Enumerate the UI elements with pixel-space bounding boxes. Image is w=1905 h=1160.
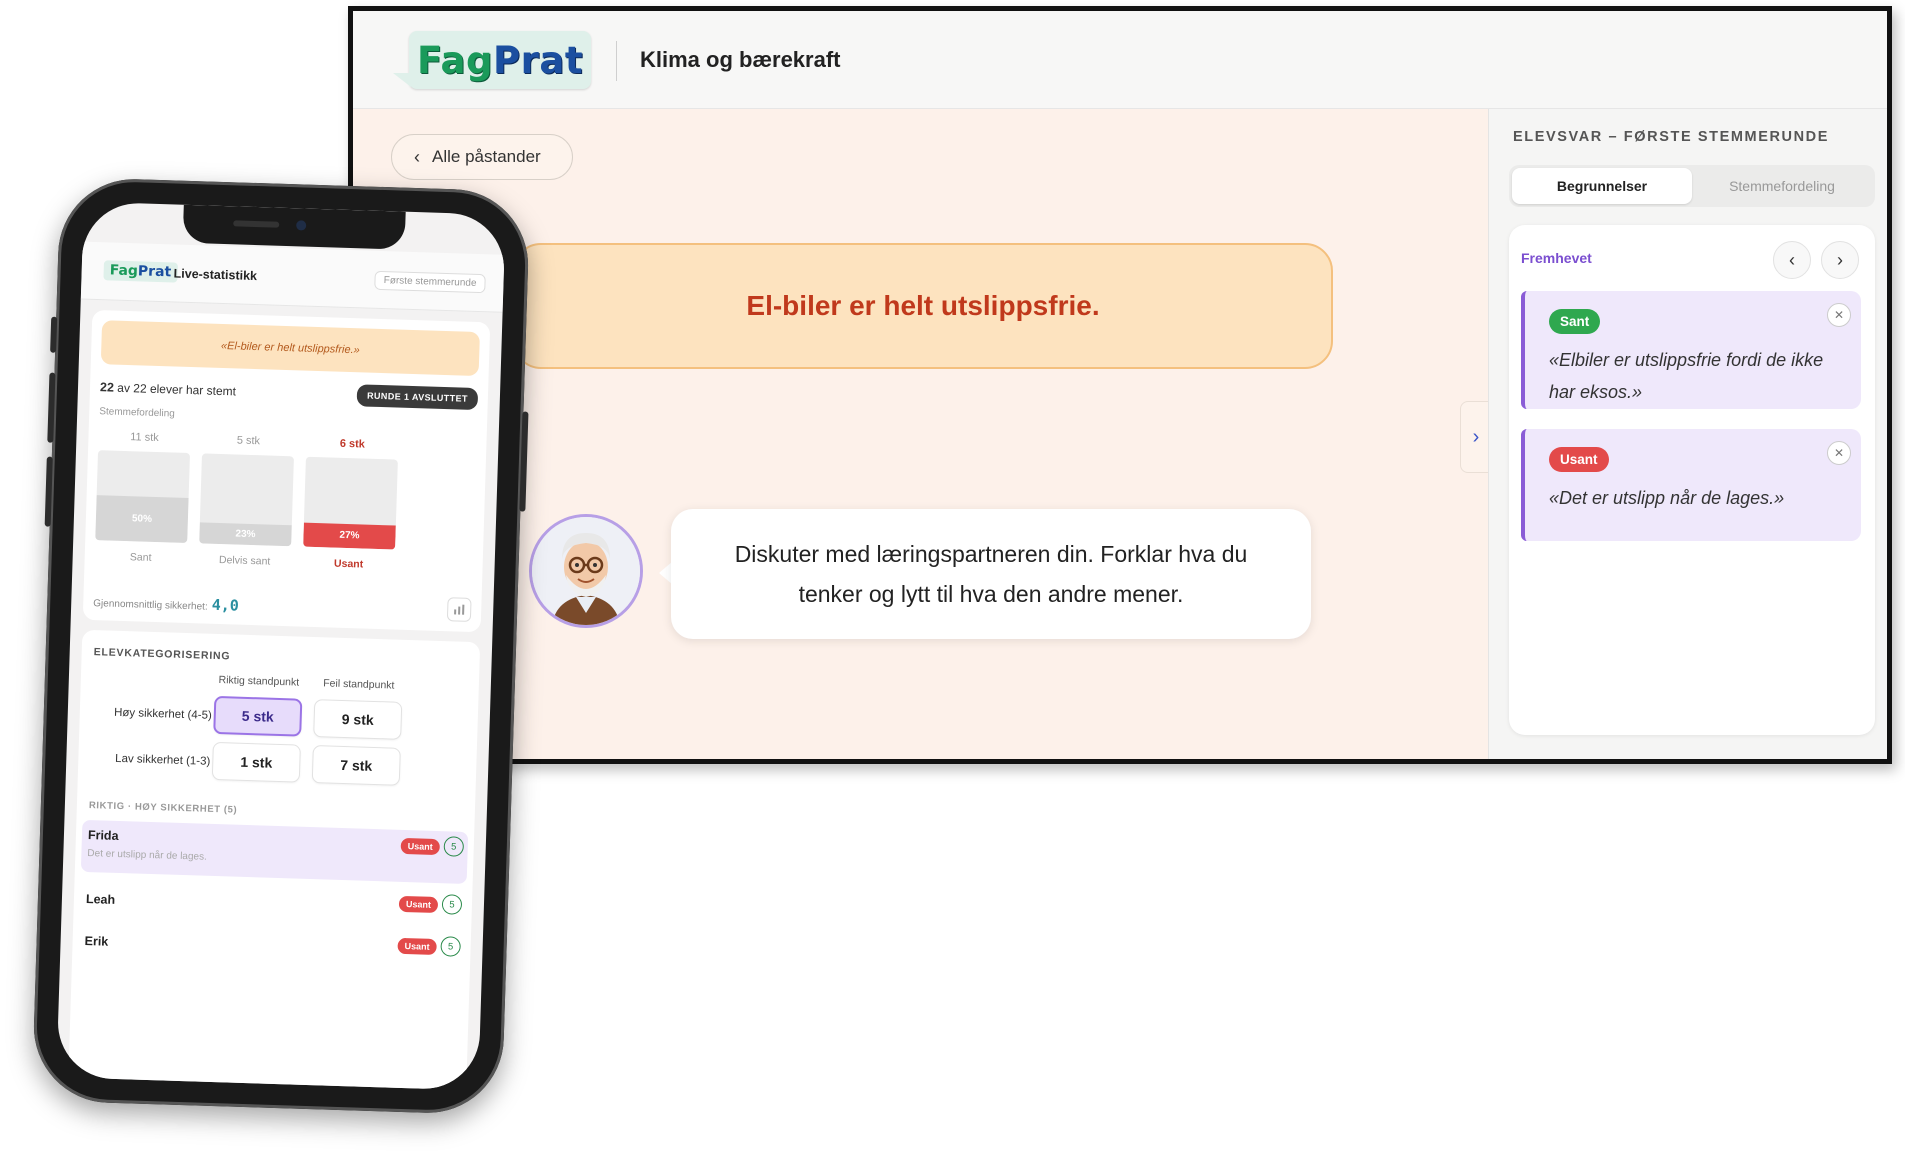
claim-card: El-biler er helt utslippsfrie. — [513, 243, 1333, 369]
fagprat-logo[interactable]: FagPrat — [103, 260, 178, 283]
bar-fill: 50% — [95, 495, 189, 544]
header-divider — [616, 41, 617, 81]
row-header: Høy sikkerhet (4-5) — [113, 706, 212, 722]
student-responses-panel: ELEVSVAR – FØRSTE STEMMERUNDE Begrunnels… — [1488, 109, 1887, 759]
verdict-badge: Usant — [400, 837, 441, 856]
verdict-badge: Usant — [398, 895, 439, 914]
phone-notch — [182, 204, 406, 250]
bar-pct: 50% — [131, 513, 153, 525]
status-badge: RUNDE 1 AVSLUTTET — [356, 384, 479, 411]
bar-fill: 27% — [303, 522, 396, 550]
cell-high-wrong[interactable]: 9 stk — [313, 699, 403, 740]
panel-heading: ELEVSVAR – FØRSTE STEMMERUNDE — [1513, 129, 1830, 145]
bar-count: 6 stk — [339, 437, 366, 451]
next-chevron-icon[interactable]: › — [1821, 241, 1859, 279]
avg-label: Gjennomsnittlig sikkerhet: — [93, 598, 208, 613]
bar-pct: 27% — [339, 530, 360, 542]
panel-tabs: Begrunnelser Stemmefordeling — [1509, 165, 1875, 207]
tab-begrunnelser[interactable]: Begrunnelser — [1512, 168, 1692, 204]
teacher-prompt-bubble: Diskuter med læringspartneren din. Forkl… — [671, 509, 1311, 639]
bar-count: 5 stk — [236, 434, 261, 448]
back-button[interactable]: ‹ Alle påstander — [391, 134, 573, 180]
teacher-avatar — [529, 514, 643, 628]
close-icon[interactable]: ✕ — [1827, 303, 1851, 327]
reason-text: «Elbiler er utslippsfrie fordi de ikke h… — [1549, 350, 1824, 402]
reason-card: Usant «Det er utslipp når de lages.» ✕ — [1521, 429, 1861, 541]
bar-pct: 23% — [235, 528, 256, 541]
distribution-label: Stemmefordeling — [99, 406, 175, 420]
verdict-badge: Usant — [1549, 447, 1609, 472]
logo-part2: Prat — [493, 38, 584, 82]
verdict-badge: Usant — [397, 937, 437, 956]
logo-part1: Fag — [109, 262, 139, 280]
bar-label: Delvis sant — [218, 554, 271, 568]
cell-low-wrong[interactable]: 7 stk — [311, 745, 401, 786]
bar-usant: 27% — [303, 456, 398, 550]
cell-high-correct[interactable]: 5 stk — [213, 695, 303, 737]
student-row[interactable]: Erik Usant 5 — [78, 920, 465, 968]
student-row[interactable]: Leah Usant 5 — [79, 878, 466, 926]
logo-part1: Fag — [416, 38, 494, 82]
col-header: Feil standpunkt — [323, 677, 395, 692]
highlighted-reasons-card: Fremhevet ‹ › Sant «Elbiler er utslippsf… — [1509, 225, 1875, 735]
categorization-card: ELEVKATEGORISERING Riktig standpunkt Fei… — [67, 629, 481, 1091]
bar-label: Usant — [333, 557, 364, 571]
chart-icon[interactable] — [446, 597, 472, 622]
bar-count: 11 stk — [130, 431, 159, 445]
section-title: Fremhevet — [1521, 250, 1592, 266]
bar-delvis-sant: 23% — [199, 453, 294, 547]
bar-sant: 50% — [95, 450, 191, 544]
bar-label: Sant — [129, 551, 152, 564]
close-icon[interactable]: ✕ — [1827, 441, 1851, 465]
cell-low-correct[interactable]: 1 stk — [211, 741, 301, 783]
voted-number: 22 — [99, 380, 115, 395]
phone-button — [47, 372, 56, 443]
phone-screen: FagPrat Live-statistikk Første stemmerun… — [56, 201, 506, 1091]
phone-header: FagPrat Live-statistikk Første stemmerun… — [80, 241, 505, 313]
logo-part2: Prat — [137, 263, 172, 281]
phone-button — [50, 316, 58, 353]
student-row[interactable]: Frida Det er utslipp når de lages. Usant… — [80, 819, 469, 884]
phone-button — [44, 456, 53, 527]
verdict-badge: Sant — [1549, 309, 1601, 334]
claim-text: «El-biler er helt utslippsfrie.» — [100, 320, 480, 377]
fagprat-logo[interactable]: FagPrat — [393, 31, 591, 89]
desktop-window: FagPrat Klima og bærekraft ‹ Alle påstan… — [348, 6, 1892, 764]
tab-stemmefordeling[interactable]: Stemmefordeling — [1692, 168, 1872, 204]
list-heading: RIKTIG · HØY SIKKERHET (5) — [88, 800, 238, 816]
desktop-header: FagPrat Klima og bærekraft — [353, 11, 1887, 109]
voted-rest: av 22 elever har stemt — [117, 380, 237, 399]
claim-text: El-biler er helt utslippsfrie. — [746, 290, 1100, 321]
prev-chevron-icon[interactable]: ‹ — [1773, 241, 1811, 279]
row-header: Lav sikkerhet (1-3) — [114, 752, 211, 768]
reason-card: Sant «Elbiler er utslippsfrie fordi de i… — [1521, 291, 1861, 409]
back-button-label: Alle påstander — [432, 147, 541, 166]
phone-title: Live-statistikk — [173, 266, 258, 284]
col-header: Riktig standpunkt — [218, 674, 300, 689]
bar-fill: 23% — [199, 522, 292, 547]
vote-stats-card: «El-biler er helt utslippsfrie.» 22 av 2… — [82, 309, 491, 633]
voted-count: 22 av 22 elever har stemt — [100, 380, 236, 398]
avg-value: 4,0 — [211, 595, 240, 615]
chevron-left-icon: ‹ — [414, 146, 420, 167]
round-selector[interactable]: Første stemmerunde — [374, 270, 486, 294]
reason-text: «Det er utslipp når de lages.» — [1549, 488, 1785, 508]
categorization-heading: ELEVKATEGORISERING — [93, 646, 231, 663]
average-confidence: Gjennomsnittlig sikkerhet: 4,0 — [93, 592, 239, 615]
phone-device: FagPrat Live-statistikk Første stemmerun… — [31, 176, 531, 1116]
page-title: Klima og bærekraft — [640, 47, 841, 72]
